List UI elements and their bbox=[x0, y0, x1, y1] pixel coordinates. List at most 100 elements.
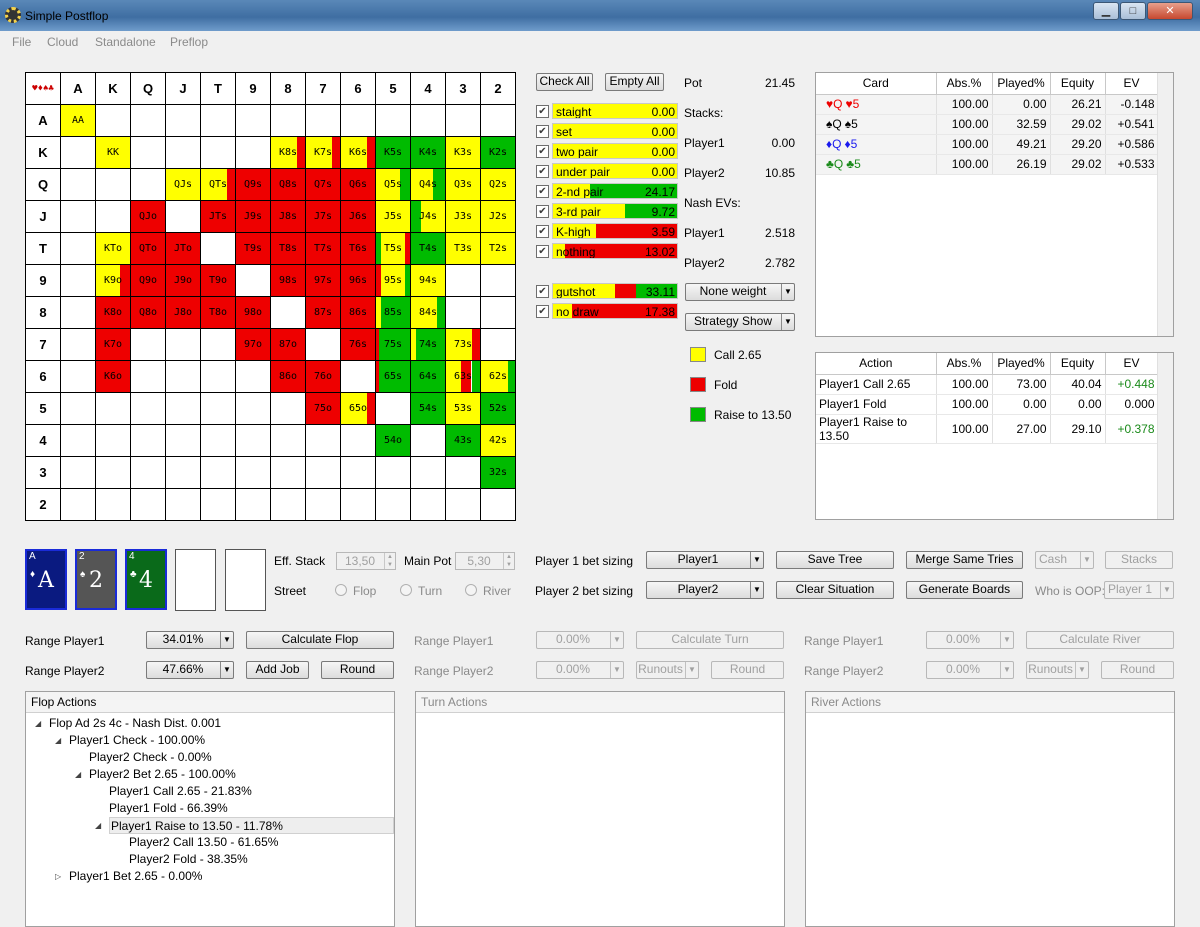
menu-file[interactable]: File bbox=[12, 35, 31, 49]
hand-cell[interactable] bbox=[236, 361, 271, 393]
hand-cell[interactable]: K8o bbox=[96, 297, 131, 329]
calculate-flop-button[interactable]: Calculate Flop bbox=[246, 631, 394, 649]
hand-cell[interactable]: T8s bbox=[271, 233, 306, 265]
hand-cell[interactable] bbox=[271, 393, 306, 425]
hand-cell[interactable] bbox=[96, 201, 131, 233]
collapse-arrow-icon[interactable]: ◢ bbox=[55, 736, 61, 745]
board-card[interactable]: 2 ♠ 2 bbox=[75, 549, 117, 610]
river-range-p2-combo[interactable]: 0.00% ▼ bbox=[926, 661, 1014, 679]
hand-cell[interactable]: T3s bbox=[446, 233, 481, 265]
hand-cell[interactable]: J9o bbox=[166, 265, 201, 297]
strategy-combo[interactable]: Strategy Show ▼ bbox=[685, 313, 795, 331]
calculate-turn-button[interactable]: Calculate Turn bbox=[636, 631, 784, 649]
category-bar[interactable]: 2-nd pair 24.17 bbox=[552, 183, 678, 199]
hand-cell[interactable] bbox=[236, 137, 271, 169]
hand-cell[interactable] bbox=[481, 265, 516, 297]
menu-preflop[interactable]: Preflop bbox=[170, 35, 208, 49]
col-played[interactable]: Played% bbox=[992, 353, 1051, 375]
hand-cell[interactable] bbox=[96, 105, 131, 137]
hand-cell[interactable]: QTo bbox=[131, 233, 166, 265]
hand-cell[interactable] bbox=[411, 489, 446, 521]
hand-cell[interactable] bbox=[166, 329, 201, 361]
hand-cell[interactable]: 64s bbox=[411, 361, 446, 393]
hand-cell[interactable] bbox=[201, 489, 236, 521]
hand-cell[interactable]: JTs bbox=[201, 201, 236, 233]
hand-cell[interactable] bbox=[271, 457, 306, 489]
hand-cell[interactable]: KK bbox=[96, 137, 131, 169]
p1-bet-sizing-combo[interactable]: Player1 ▼ bbox=[646, 551, 764, 569]
hand-cell[interactable]: K3s bbox=[446, 137, 481, 169]
hand-cell[interactable] bbox=[306, 105, 341, 137]
tree-node[interactable]: Player1 Fold - 66.39% bbox=[109, 800, 228, 817]
hand-cell[interactable] bbox=[61, 297, 96, 329]
hand-cell[interactable]: QTs bbox=[201, 169, 236, 201]
hand-cell[interactable] bbox=[96, 393, 131, 425]
hand-cell[interactable] bbox=[131, 137, 166, 169]
category-bar[interactable]: K-high 3.59 bbox=[552, 223, 678, 239]
hand-cell[interactable] bbox=[61, 361, 96, 393]
hand-cell[interactable]: J9s bbox=[236, 201, 271, 233]
category-checkbox[interactable]: ✔ bbox=[536, 285, 549, 298]
hand-cell[interactable] bbox=[341, 105, 376, 137]
hand-cell[interactable]: 75s bbox=[376, 329, 411, 361]
category-checkbox[interactable]: ✔ bbox=[536, 225, 549, 238]
hand-cell[interactable]: 87s bbox=[306, 297, 341, 329]
flop-radio[interactable] bbox=[335, 584, 347, 596]
collapse-arrow-icon[interactable]: ◢ bbox=[75, 770, 81, 779]
hand-cell[interactable] bbox=[131, 361, 166, 393]
hand-cell[interactable] bbox=[376, 393, 411, 425]
hand-cell[interactable] bbox=[61, 265, 96, 297]
maximize-button[interactable]: □ bbox=[1120, 2, 1146, 20]
river-runouts-combo[interactable]: Runouts ▼ bbox=[1026, 661, 1089, 679]
hand-cell[interactable] bbox=[61, 457, 96, 489]
board-card[interactable]: 4 ♣ 4 bbox=[125, 549, 167, 610]
hand-cell[interactable]: KTo bbox=[96, 233, 131, 265]
action-table-scrollbar[interactable] bbox=[1157, 353, 1173, 519]
hand-cell[interactable] bbox=[131, 393, 166, 425]
hand-cell[interactable]: 74s bbox=[411, 329, 446, 361]
hand-cell[interactable] bbox=[236, 425, 271, 457]
col-equity[interactable]: Equity bbox=[1050, 353, 1106, 375]
hand-cell[interactable] bbox=[61, 169, 96, 201]
hand-cell[interactable]: Q7s bbox=[306, 169, 341, 201]
hand-cell[interactable] bbox=[446, 105, 481, 137]
hand-cell[interactable]: T9s bbox=[236, 233, 271, 265]
merge-same-tries-button[interactable]: Merge Same Tries bbox=[906, 551, 1023, 569]
hand-cell[interactable]: 52s bbox=[481, 393, 516, 425]
eff-stack-field[interactable]: 13,50 ▲ ▼ bbox=[336, 552, 396, 570]
hand-cell[interactable]: K9o bbox=[96, 265, 131, 297]
hand-cell[interactable] bbox=[201, 393, 236, 425]
col-ev[interactable]: EV bbox=[1105, 73, 1159, 95]
hand-cell[interactable] bbox=[166, 457, 201, 489]
hand-cell[interactable]: 76o bbox=[306, 361, 341, 393]
hand-cell[interactable]: Q2s bbox=[481, 169, 516, 201]
hand-cell[interactable] bbox=[236, 265, 271, 297]
hand-cell[interactable]: 76s bbox=[341, 329, 376, 361]
hand-cell[interactable]: Q9s bbox=[236, 169, 271, 201]
hand-cell[interactable]: K6s bbox=[341, 137, 376, 169]
hand-cell[interactable] bbox=[166, 393, 201, 425]
hand-cell[interactable]: Q3s bbox=[446, 169, 481, 201]
hand-cell[interactable] bbox=[446, 297, 481, 329]
hand-cell[interactable]: T4s bbox=[411, 233, 446, 265]
hand-cell[interactable] bbox=[481, 329, 516, 361]
p2-bet-sizing-combo[interactable]: Player2 ▼ bbox=[646, 581, 764, 599]
hand-cell[interactable]: 54s bbox=[411, 393, 446, 425]
hand-cell[interactable] bbox=[481, 489, 516, 521]
hand-cell[interactable] bbox=[271, 425, 306, 457]
hand-cell[interactable]: T5s bbox=[376, 233, 411, 265]
category-bar[interactable]: two pair 0.00 bbox=[552, 143, 678, 159]
hand-cell[interactable] bbox=[341, 489, 376, 521]
hand-cell[interactable] bbox=[306, 489, 341, 521]
hand-cell[interactable] bbox=[411, 457, 446, 489]
category-checkbox[interactable]: ✔ bbox=[536, 305, 549, 318]
category-checkbox[interactable]: ✔ bbox=[536, 245, 549, 258]
hand-cell[interactable]: 43s bbox=[446, 425, 481, 457]
hand-cell[interactable]: K6o bbox=[96, 361, 131, 393]
hand-cell[interactable] bbox=[96, 457, 131, 489]
hand-cell[interactable]: J5s bbox=[376, 201, 411, 233]
generate-boards-button[interactable]: Generate Boards bbox=[906, 581, 1023, 599]
category-checkbox[interactable]: ✔ bbox=[536, 165, 549, 178]
category-bar[interactable]: gutshot 33.11 bbox=[552, 283, 678, 299]
table-row[interactable]: ♣Q ♣5 100.00 26.19 29.02 +0.533 bbox=[816, 154, 1159, 175]
